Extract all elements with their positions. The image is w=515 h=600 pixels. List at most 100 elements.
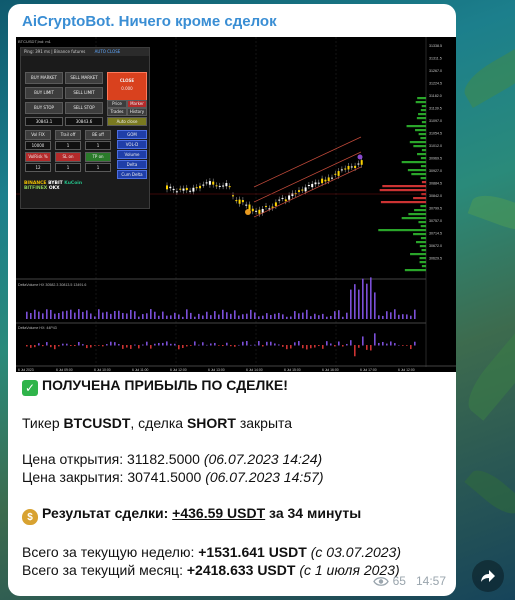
- candle-body: [288, 195, 291, 200]
- volume-bar: [222, 309, 224, 319]
- volume-profile-bar: [420, 177, 426, 180]
- delta-bar: [246, 341, 248, 346]
- candle-body: [166, 185, 168, 190]
- trail-field[interactable]: 1: [55, 141, 81, 150]
- volume-button[interactable]: Volume: [117, 150, 147, 159]
- sell-stop-button[interactable]: SELL STOP: [65, 102, 103, 114]
- volume-bar: [90, 313, 92, 319]
- delta-bar: [74, 345, 76, 347]
- volume-profile-bar: [421, 265, 426, 268]
- close-price: 30741.5000: [127, 469, 202, 485]
- qty-field[interactable]: 10000: [25, 141, 51, 150]
- marker-button[interactable]: Marker: [127, 100, 147, 108]
- delta-bar: [90, 345, 92, 348]
- price-tick-label: 30884.5: [429, 182, 442, 186]
- sell-market-button[interactable]: SELL MARKET: [65, 72, 103, 84]
- vol-d-button[interactable]: VOL-D: [117, 140, 147, 149]
- delta-bar: [102, 345, 104, 347]
- sl-field[interactable]: 1: [55, 163, 81, 172]
- volume-bar: [370, 277, 372, 319]
- price-tick-label: 30714.5: [429, 232, 442, 236]
- price-tick-label: 31311.5: [429, 57, 442, 61]
- volume-bar: [214, 311, 216, 319]
- price-field-a[interactable]: 30843.1: [25, 117, 63, 126]
- delta-bar: [286, 345, 288, 350]
- delta-bar: [258, 341, 260, 346]
- volume-bar: [330, 315, 332, 319]
- delta-bar: [114, 342, 116, 346]
- candle-body: [284, 199, 287, 202]
- volume-bar: [314, 313, 316, 319]
- volume-bar: [254, 312, 256, 319]
- auto-close-button[interactable]: Auto close: [107, 117, 147, 126]
- tp-field[interactable]: 1: [85, 163, 111, 172]
- volume-profile-bar: [421, 181, 426, 184]
- volume-bar: [74, 312, 76, 319]
- candle-body: [245, 204, 248, 206]
- volume-bar: [158, 315, 160, 319]
- gom-button[interactable]: GOM: [117, 130, 147, 139]
- candle-body: [265, 205, 267, 207]
- buy-limit-button[interactable]: BUY LIMIT: [25, 87, 63, 99]
- vol-fix-button[interactable]: Vol FIX: [25, 130, 51, 140]
- volume-bar: [242, 314, 244, 319]
- risk-field[interactable]: 12: [25, 163, 51, 172]
- channel-name[interactable]: AiCryptoBot. Ничего кроме сделок: [22, 13, 277, 30]
- delta-bar: [134, 344, 136, 346]
- volume-profile-bar: [416, 241, 426, 244]
- delta-bar: [282, 345, 284, 347]
- delta-bar: [238, 344, 240, 346]
- lower-panel-1-title: DeltaVolume HX 30582.3 30813.5 13491.6: [18, 283, 86, 287]
- candle-body: [357, 163, 360, 165]
- volume-bar: [154, 311, 156, 319]
- delta-bar: [278, 344, 280, 346]
- buy-stop-button[interactable]: BUY STOP: [25, 102, 63, 114]
- volume-bar: [378, 315, 380, 319]
- sell-limit-button[interactable]: SELL LIMIT: [65, 87, 103, 99]
- volume-profile-bar: [420, 237, 426, 240]
- delta-button[interactable]: Delta: [117, 160, 147, 169]
- history-button[interactable]: History: [127, 108, 147, 116]
- cum-delta-button[interactable]: Cum Delta: [117, 170, 147, 179]
- delta-bar: [290, 345, 292, 349]
- volume-profile-bar: [419, 261, 426, 264]
- delta-bar: [130, 345, 132, 349]
- delta-bar: [270, 341, 272, 346]
- time-tick-label: 6 Jul 17:00: [360, 368, 377, 372]
- sl-on-button[interactable]: SL on: [55, 152, 81, 162]
- price-button[interactable]: Price: [107, 100, 127, 108]
- time-tick-label: 6 Jul 12:00: [170, 368, 187, 372]
- forward-button[interactable]: [472, 560, 504, 592]
- tp-on-button[interactable]: TP on: [85, 152, 111, 162]
- trade-panel[interactable]: Ping: 391 ms | Binance futures AUTO CLOS…: [20, 47, 150, 209]
- close-value: 0.000: [121, 86, 133, 91]
- price-tick-label: 31267.0: [429, 69, 442, 73]
- candle-body: [238, 199, 241, 204]
- time-tick-label: 6 Jul 12:00: [398, 368, 415, 372]
- delta-bar: [266, 341, 268, 346]
- vol-risk-button[interactable]: VolRisk %: [25, 152, 51, 162]
- buy-market-button[interactable]: BUY MARKET: [25, 72, 63, 84]
- volume-bar: [238, 315, 240, 319]
- volume-bar: [334, 311, 336, 319]
- be-field[interactable]: 1: [85, 141, 111, 150]
- candle-body: [235, 200, 238, 202]
- candle-body: [258, 209, 261, 214]
- price-field-b[interactable]: 30843.6: [65, 117, 103, 126]
- trail-off-button[interactable]: Trail off: [55, 130, 81, 140]
- be-off-button[interactable]: BE off: [85, 130, 111, 140]
- volume-bar: [62, 311, 64, 319]
- delta-bar: [78, 341, 80, 346]
- trades-button[interactable]: Trades: [107, 108, 127, 116]
- trading-screenshot[interactable]: BTCUSDT,Ind: m1 31338.5 31311.5 31267.0 312…: [16, 37, 456, 372]
- volume-profile-bar: [401, 161, 426, 164]
- background-leaf: [458, 331, 515, 421]
- delta-bar: [406, 345, 408, 346]
- exchange-okx: OKX: [48, 186, 60, 191]
- volume-bar: [122, 312, 124, 319]
- volume-bar: [138, 316, 140, 319]
- volume-bar: [402, 314, 404, 319]
- background-leaf: [457, 42, 515, 108]
- candle-body: [212, 181, 215, 185]
- delta-bar: [150, 345, 152, 349]
